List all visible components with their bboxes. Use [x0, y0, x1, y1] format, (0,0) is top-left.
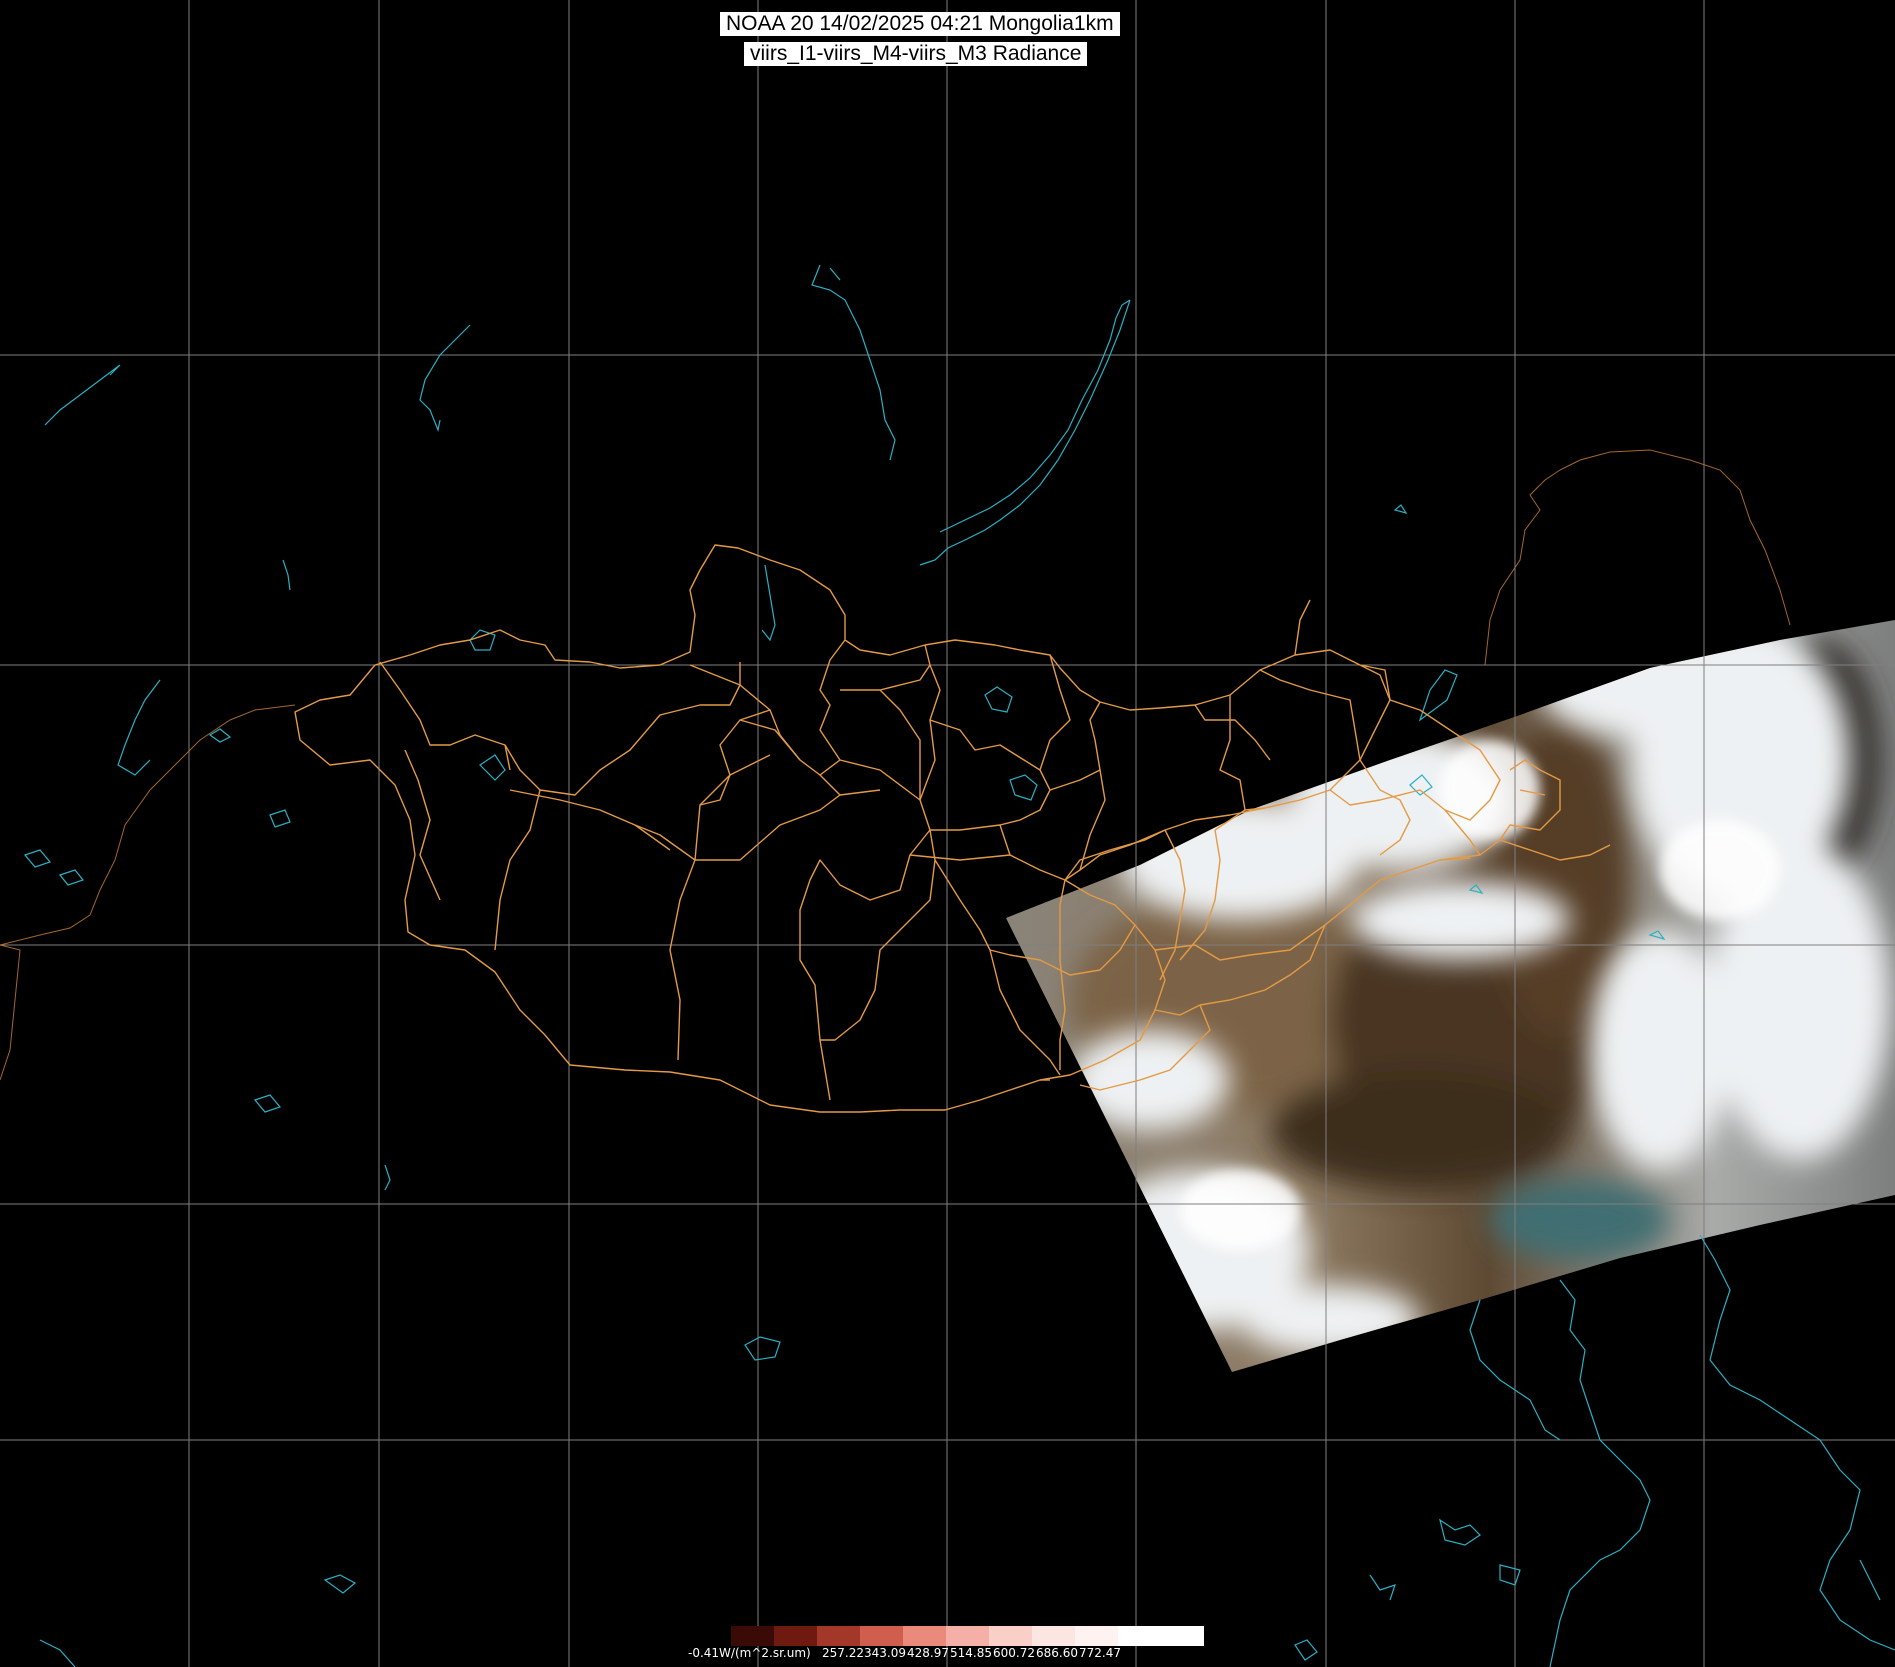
colorbar-swatch — [817, 1626, 861, 1646]
satellite-swath — [1006, 620, 1895, 1372]
satellite-map — [0, 0, 1895, 1667]
colorbar-swatch — [1032, 1626, 1076, 1646]
colorbar-label: 600.72 — [993, 1646, 1035, 1660]
map-subtitle: viirs_I1-viirs_M4-viirs_M3 Radiance — [744, 42, 1088, 66]
colorbar-swatch — [688, 1626, 732, 1646]
colorbar-swatch — [774, 1626, 818, 1646]
colorbar-label: -0.41W/(m^2.sr.um) — [688, 1646, 811, 1660]
colorbar-swatch — [1075, 1626, 1119, 1646]
colorbar-swatch — [860, 1626, 904, 1646]
colorbar-swatch — [946, 1626, 990, 1646]
colorbar-swatch — [1161, 1626, 1204, 1646]
colorbar — [688, 1626, 1204, 1646]
colorbar-label: 343.09 — [864, 1646, 906, 1660]
colorbar-label: 514.85 — [950, 1646, 992, 1660]
colorbar-label: 686.60 — [1036, 1646, 1078, 1660]
colorbar-label: 772.47 — [1079, 1646, 1121, 1660]
colorbar-swatch — [989, 1626, 1033, 1646]
colorbar-label: 428.97 — [907, 1646, 949, 1660]
colorbar-swatch — [903, 1626, 947, 1646]
colorbar-swatch — [731, 1626, 775, 1646]
colorbar-label: 257.22 — [822, 1646, 864, 1660]
colorbar-swatch — [1118, 1626, 1162, 1646]
map-title: NOAA 20 14/02/2025 04:21 Mongolia1km — [720, 12, 1120, 36]
